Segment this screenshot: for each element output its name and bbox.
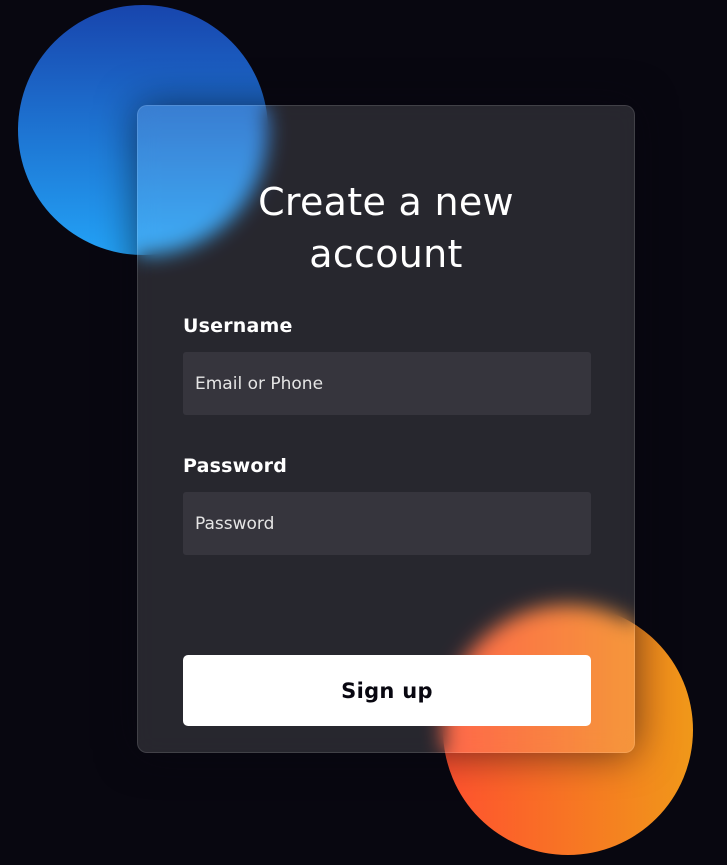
password-input[interactable]	[183, 492, 591, 555]
username-label: Username	[183, 315, 293, 337]
signup-button[interactable]: Sign up	[183, 655, 591, 726]
form-title: Create a new account	[138, 176, 634, 280]
form-title-line-1: Create a new	[258, 180, 514, 224]
username-input[interactable]	[183, 352, 591, 415]
password-label: Password	[183, 455, 288, 477]
page-background: Create a new account Username Password S…	[0, 0, 727, 865]
signup-form-card: Create a new account Username Password S…	[137, 105, 635, 753]
form-title-line-2: account	[309, 232, 463, 276]
